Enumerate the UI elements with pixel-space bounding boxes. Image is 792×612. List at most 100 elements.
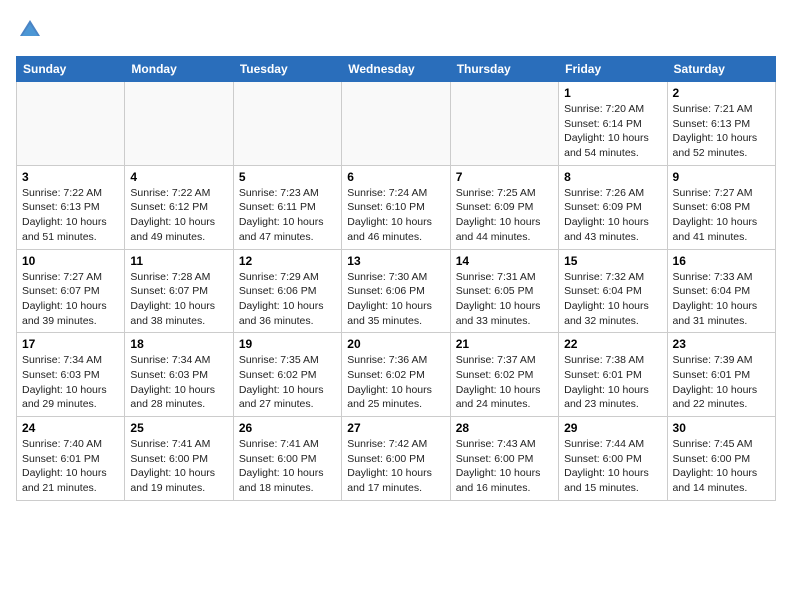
- day-info: Sunrise: 7:27 AMSunset: 6:07 PMDaylight:…: [22, 270, 119, 329]
- calendar-cell: 1Sunrise: 7:20 AMSunset: 6:14 PMDaylight…: [559, 82, 667, 166]
- calendar-cell: 22 Sunrise: 7:38 AMSunset: 6:01 PMDayligh…: [559, 333, 667, 417]
- day-info: Sunrise: 7:42 AMSunset: 6:00 PMDaylight:…: [347, 437, 444, 496]
- weekday-header-thursday: Thursday: [450, 57, 558, 82]
- day-number: 13: [347, 254, 444, 268]
- day-number: 23: [673, 337, 770, 351]
- day-number: 21: [456, 337, 553, 351]
- day-info: Sunrise: 7:38 AMSunset: 6:01 PMDaylight:…: [564, 353, 661, 412]
- calendar-cell: [233, 82, 341, 166]
- day-number: 9: [673, 170, 770, 184]
- day-info: Sunrise: 7:22 AMSunset: 6:12 PMDaylight:…: [130, 186, 227, 245]
- calendar-cell: 26Sunrise: 7:41 AMSunset: 6:00 PMDayligh…: [233, 417, 341, 501]
- logo: [16, 16, 48, 44]
- day-number: 16: [673, 254, 770, 268]
- day-number: 30: [673, 421, 770, 435]
- day-number: 12: [239, 254, 336, 268]
- calendar-cell: 12 Sunrise: 7:29 AMSunset: 6:06 PMDayligh…: [233, 249, 341, 333]
- calendar-cell: 27 Sunrise: 7:42 AMSunset: 6:00 PMDayligh…: [342, 417, 450, 501]
- calendar-table: SundayMondayTuesdayWednesdayThursdayFrid…: [16, 56, 776, 501]
- calendar-cell: 11Sunrise: 7:28 AMSunset: 6:07 PMDayligh…: [125, 249, 233, 333]
- calendar-cell: 10 Sunrise: 7:27 AMSunset: 6:07 PMDayligh…: [17, 249, 125, 333]
- day-info: Sunrise: 7:22 AMSunset: 6:13 PMDaylight:…: [22, 186, 119, 245]
- calendar-week-5: 24 Sunrise: 7:40 AMSunset: 6:01 PMDayligh…: [17, 417, 776, 501]
- day-number: 27: [347, 421, 444, 435]
- day-number: 17: [22, 337, 119, 351]
- day-info: Sunrise: 7:43 AMSunset: 6:00 PMDaylight:…: [456, 437, 553, 496]
- calendar-cell: 4 Sunrise: 7:22 AMSunset: 6:12 PMDaylight…: [125, 165, 233, 249]
- calendar-cell: 29Sunrise: 7:44 AMSunset: 6:00 PMDayligh…: [559, 417, 667, 501]
- day-info: Sunrise: 7:23 AMSunset: 6:11 PMDaylight:…: [239, 186, 336, 245]
- calendar-cell: 13 Sunrise: 7:30 AMSunset: 6:06 PMDayligh…: [342, 249, 450, 333]
- day-number: 6: [347, 170, 444, 184]
- day-info: Sunrise: 7:34 AMSunset: 6:03 PMDaylight:…: [130, 353, 227, 412]
- calendar-cell: 28 Sunrise: 7:43 AMSunset: 6:00 PMDayligh…: [450, 417, 558, 501]
- day-number: 14: [456, 254, 553, 268]
- calendar-cell: 18Sunrise: 7:34 AMSunset: 6:03 PMDayligh…: [125, 333, 233, 417]
- weekday-header-row: SundayMondayTuesdayWednesdayThursdayFrid…: [17, 57, 776, 82]
- weekday-header-tuesday: Tuesday: [233, 57, 341, 82]
- day-number: 5: [239, 170, 336, 184]
- day-number: 20: [347, 337, 444, 351]
- day-number: 15: [564, 254, 661, 268]
- day-info: Sunrise: 7:21 AMSunset: 6:13 PMDaylight:…: [673, 102, 770, 161]
- day-number: 22: [564, 337, 661, 351]
- day-number: 19: [239, 337, 336, 351]
- weekday-header-friday: Friday: [559, 57, 667, 82]
- calendar-cell: 30 Sunrise: 7:45 AMSunset: 6:00 PMDayligh…: [667, 417, 775, 501]
- day-number: 11: [130, 254, 227, 268]
- calendar-cell: 16 Sunrise: 7:33 AMSunset: 6:04 PMDayligh…: [667, 249, 775, 333]
- calendar-cell: 6 Sunrise: 7:24 AMSunset: 6:10 PMDaylight…: [342, 165, 450, 249]
- calendar-week-3: 10 Sunrise: 7:27 AMSunset: 6:07 PMDayligh…: [17, 249, 776, 333]
- weekday-header-sunday: Sunday: [17, 57, 125, 82]
- calendar-header: SundayMondayTuesdayWednesdayThursdayFrid…: [17, 57, 776, 82]
- calendar-cell: 20 Sunrise: 7:36 AMSunset: 6:02 PMDayligh…: [342, 333, 450, 417]
- day-info: Sunrise: 7:45 AMSunset: 6:00 PMDaylight:…: [673, 437, 770, 496]
- calendar-cell: 17Sunrise: 7:34 AMSunset: 6:03 PMDayligh…: [17, 333, 125, 417]
- day-info: Sunrise: 7:35 AMSunset: 6:02 PMDaylight:…: [239, 353, 336, 412]
- day-number: 10: [22, 254, 119, 268]
- calendar-cell: [342, 82, 450, 166]
- calendar-cell: 9 Sunrise: 7:27 AMSunset: 6:08 PMDaylight…: [667, 165, 775, 249]
- day-number: 7: [456, 170, 553, 184]
- calendar-week-1: 1Sunrise: 7:20 AMSunset: 6:14 PMDaylight…: [17, 82, 776, 166]
- calendar-cell: [450, 82, 558, 166]
- calendar-cell: 19 Sunrise: 7:35 AMSunset: 6:02 PMDayligh…: [233, 333, 341, 417]
- calendar-cell: 2Sunrise: 7:21 AMSunset: 6:13 PMDaylight…: [667, 82, 775, 166]
- day-number: 24: [22, 421, 119, 435]
- calendar-cell: 7 Sunrise: 7:25 AMSunset: 6:09 PMDaylight…: [450, 165, 558, 249]
- day-info: Sunrise: 7:41 AMSunset: 6:00 PMDaylight:…: [239, 437, 336, 496]
- day-info: Sunrise: 7:44 AMSunset: 6:00 PMDaylight:…: [564, 437, 661, 496]
- weekday-header-saturday: Saturday: [667, 57, 775, 82]
- logo-icon: [16, 16, 44, 44]
- day-info: Sunrise: 7:41 AMSunset: 6:00 PMDaylight:…: [130, 437, 227, 496]
- day-info: Sunrise: 7:33 AMSunset: 6:04 PMDaylight:…: [673, 270, 770, 329]
- day-info: Sunrise: 7:40 AMSunset: 6:01 PMDaylight:…: [22, 437, 119, 496]
- calendar-cell: [125, 82, 233, 166]
- day-number: 28: [456, 421, 553, 435]
- calendar-cell: 14 Sunrise: 7:31 AMSunset: 6:05 PMDayligh…: [450, 249, 558, 333]
- calendar-body: 1Sunrise: 7:20 AMSunset: 6:14 PMDaylight…: [17, 82, 776, 501]
- day-info: Sunrise: 7:24 AMSunset: 6:10 PMDaylight:…: [347, 186, 444, 245]
- calendar-week-4: 17 Sunrise: 7:34 AMSunset: 6:03 PMDayligh…: [17, 333, 776, 417]
- day-info: Sunrise: 7:39 AMSunset: 6:01 PMDaylight:…: [673, 353, 770, 412]
- calendar-cell: 15 Sunrise: 7:32 AMSunset: 6:04 PMDayligh…: [559, 249, 667, 333]
- day-info: Sunrise: 7:25 AMSunset: 6:09 PMDaylight:…: [456, 186, 553, 245]
- weekday-header-monday: Monday: [125, 57, 233, 82]
- day-info: Sunrise: 7:26 AMSunset: 6:09 PMDaylight:…: [564, 186, 661, 245]
- calendar-cell: 24 Sunrise: 7:40 AMSunset: 6:01 PMDayligh…: [17, 417, 125, 501]
- day-info: Sunrise: 7:36 AMSunset: 6:02 PMDaylight:…: [347, 353, 444, 412]
- calendar-cell: 23 Sunrise: 7:39 AMSunset: 6:01 PMDayligh…: [667, 333, 775, 417]
- day-info: Sunrise: 7:27 AMSunset: 6:08 PMDaylight:…: [673, 186, 770, 245]
- day-info: Sunrise: 7:31 AMSunset: 6:05 PMDaylight:…: [456, 270, 553, 329]
- day-info: Sunrise: 7:29 AMSunset: 6:06 PMDaylight:…: [239, 270, 336, 329]
- calendar-week-2: 3Sunrise: 7:22 AMSunset: 6:13 PMDaylight…: [17, 165, 776, 249]
- day-number: 4: [130, 170, 227, 184]
- day-number: 8: [564, 170, 661, 184]
- day-info: Sunrise: 7:32 AMSunset: 6:04 PMDaylight:…: [564, 270, 661, 329]
- day-info: Sunrise: 7:30 AMSunset: 6:06 PMDaylight:…: [347, 270, 444, 329]
- calendar-cell: [17, 82, 125, 166]
- calendar-cell: 3Sunrise: 7:22 AMSunset: 6:13 PMDaylight…: [17, 165, 125, 249]
- calendar-cell: 8 Sunrise: 7:26 AMSunset: 6:09 PMDaylight…: [559, 165, 667, 249]
- calendar-cell: 25Sunrise: 7:41 AMSunset: 6:00 PMDayligh…: [125, 417, 233, 501]
- day-number: 1: [564, 86, 661, 100]
